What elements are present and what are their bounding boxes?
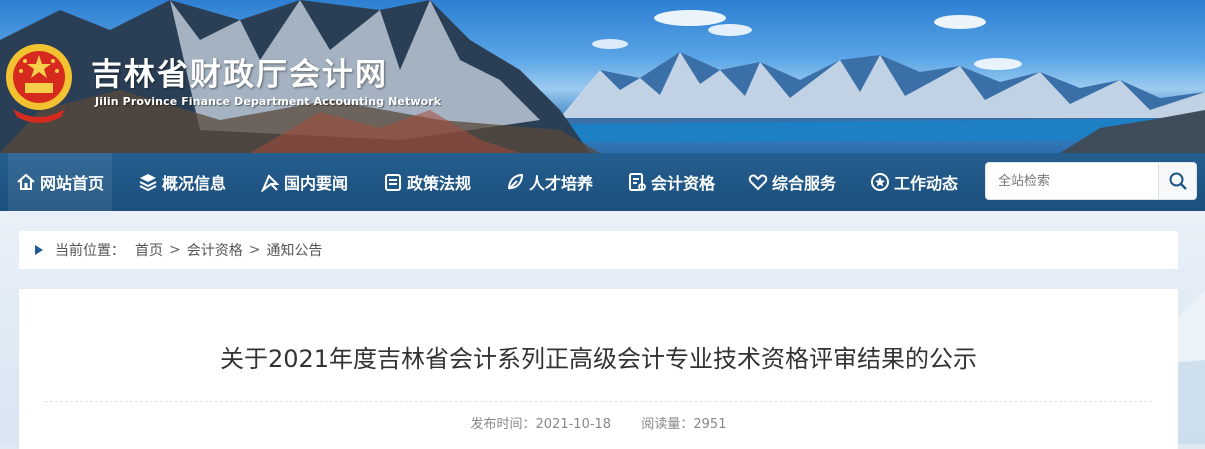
view-count: 2951 <box>693 417 727 432</box>
nav-item-label: 综合服务 <box>772 174 837 193</box>
search-box <box>985 162 1197 200</box>
nav-item-label: 政策法规 <box>407 174 472 193</box>
publish-date-label: 发布时间： <box>470 417 536 432</box>
nav-item-accounting-qualification[interactable]: 会计资格 <box>627 153 715 211</box>
caret-right-icon <box>35 245 43 255</box>
leaf-icon <box>508 173 524 190</box>
breadcrumb: 当前位置： 首页 > 会计资格 > 通知公告 <box>19 231 1178 269</box>
nav-item-work-updates[interactable]: 工作动态 <box>870 153 958 211</box>
home-icon <box>17 173 35 190</box>
site-title: 吉林省财政厅会计网 <box>91 57 388 93</box>
nav-item-domestic-news[interactable]: 国内要闻 <box>260 153 348 211</box>
breadcrumb-separator: > <box>169 242 181 258</box>
search-icon <box>1169 172 1187 190</box>
title-divider <box>45 401 1152 402</box>
article-title: 关于2021年度吉林省会计系列正高级会计专业技术资格评审结果的公示 <box>219 345 978 373</box>
star-badge-icon <box>871 173 889 191</box>
publish-date: 2021-10-18 <box>535 417 612 432</box>
nav-item-policies[interactable]: 政策法规 <box>383 153 471 211</box>
nav-item-overview[interactable]: 概况信息 <box>138 153 226 211</box>
breadcrumb-separator: > <box>248 242 261 258</box>
article-panel: 关于2021年度吉林省会计系列正高级会计专业技术资格评审结果的公示 发布时间：2… <box>19 289 1178 449</box>
search-button[interactable] <box>1158 163 1196 199</box>
nav-item-label: 工作动态 <box>894 174 959 193</box>
nav-item-talent-training[interactable]: 人才培养 <box>505 153 593 211</box>
heart-icon <box>748 174 768 191</box>
nav-item-label: 人才培养 <box>529 174 594 193</box>
breadcrumb-item-accounting-qualification[interactable]: 会计资格 <box>187 240 243 260</box>
search-input[interactable] <box>986 163 1158 199</box>
nav-item-label: 网站首页 <box>40 174 105 193</box>
nav-item-home[interactable]: 网站首页 <box>8 153 113 211</box>
nav-item-label: 概况信息 <box>162 174 227 193</box>
breadcrumb-item-home[interactable]: 首页 <box>135 240 163 260</box>
document-icon <box>385 174 401 191</box>
nav-item-label: 国内要闻 <box>284 174 349 193</box>
nav-item-services[interactable]: 综合服务 <box>748 153 836 211</box>
nav-item-label: 会计资格 <box>651 174 716 193</box>
article-meta: 发布时间：2021-10-18 阅读量：2951 <box>19 413 1178 432</box>
flag-icon <box>261 174 280 192</box>
national-emblem-icon <box>6 44 72 123</box>
breadcrumb-item-notices[interactable]: 通知公告 <box>266 240 322 260</box>
view-count-label: 阅读量： <box>641 417 694 432</box>
layers-icon <box>139 174 157 192</box>
site-subtitle: Jilin Province Finance Department Accoun… <box>95 95 442 108</box>
breadcrumb-label: 当前位置： <box>55 243 125 259</box>
header-banner: 吉林省财政厅会计网 Jilin Province Finance Departm… <box>0 0 1205 153</box>
certificate-icon <box>629 173 646 191</box>
